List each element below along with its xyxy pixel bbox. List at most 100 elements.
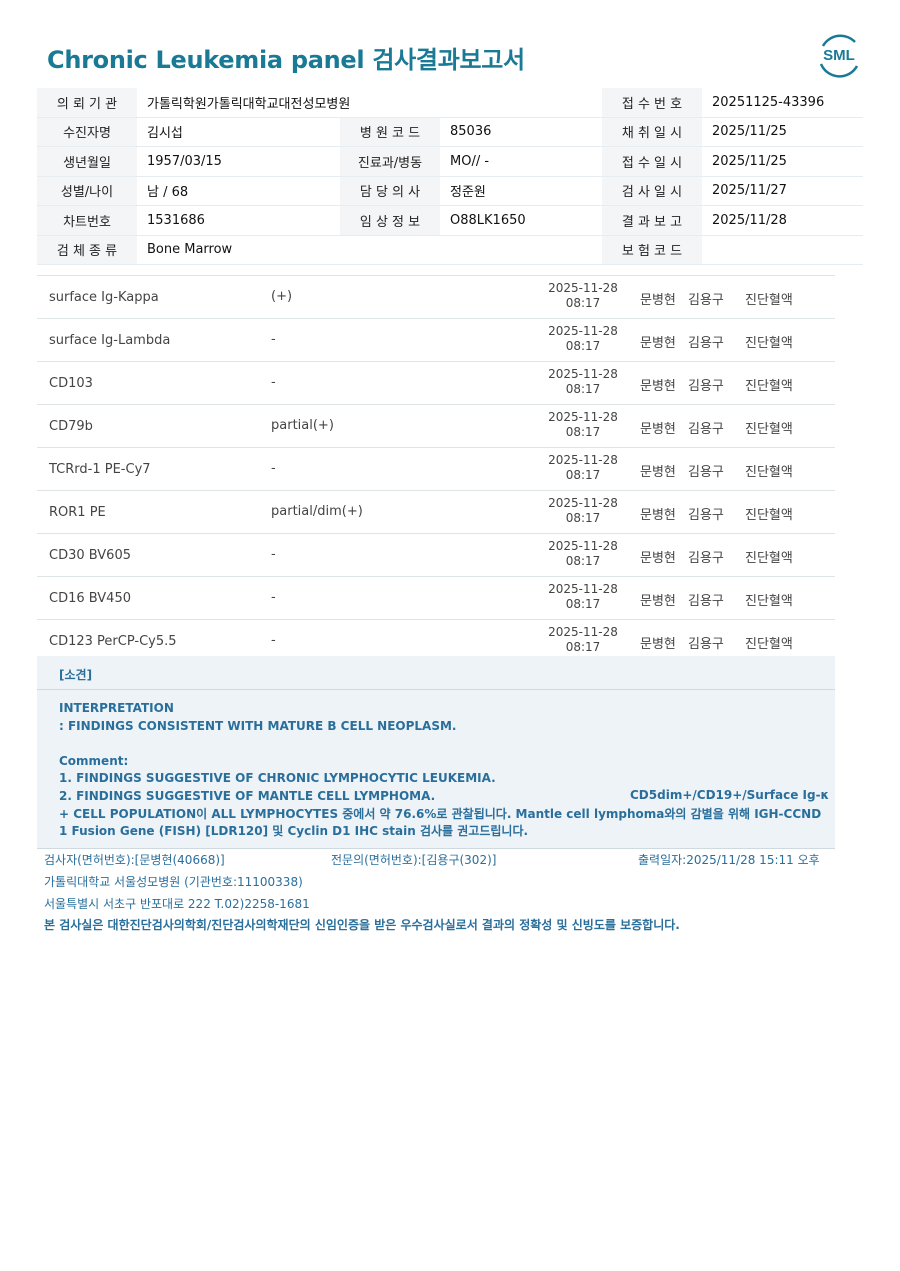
department: 진단혈액	[745, 465, 793, 480]
result-datetime: 2025-11-28 08:17	[537, 496, 629, 526]
result-date: 2025-11-28	[548, 281, 618, 295]
result-datetime: 2025-11-28 08:17	[537, 367, 629, 397]
sex-age-label: 성별/나이	[37, 176, 137, 205]
patient-value: 김시섭	[147, 126, 183, 142]
technician: 문병현	[640, 379, 676, 394]
result-time: 08:17	[565, 296, 601, 310]
result-date: 2025-11-28	[548, 453, 618, 467]
result-datetime: 2025-11-28 08:17	[537, 582, 629, 612]
test-result: (+)	[271, 289, 293, 304]
technician: 문병현	[640, 551, 676, 566]
findings-body: INTERPRETATION : FINDINGS CONSISTENT WIT…	[59, 700, 821, 841]
test-name: CD30 BV605	[49, 548, 131, 563]
findings-line: INTERPRETATION	[59, 701, 174, 715]
technician: 문병현	[640, 508, 676, 523]
result-time: 08:17	[565, 425, 601, 439]
hospital-code-label: 병 원 코 드	[340, 117, 440, 146]
test-name: CD103	[49, 376, 93, 391]
reviewing-doctor: 김용구	[688, 293, 724, 308]
receipt-no-value: 20251125-43396	[712, 94, 825, 110]
result-time: 08:17	[565, 511, 601, 525]
sml-logo: SML	[819, 34, 859, 78]
department: 진단혈액	[745, 379, 793, 394]
clinical-value: O88LK1650	[450, 212, 526, 228]
table-row: surface Ig-Lambda - 2025-11-28 08:17 문병현 …	[37, 319, 835, 362]
info-row-4: 성별/나이 남 / 68 담 당 의 사 정준원 검 사 일 시 2025/11…	[37, 176, 863, 206]
reviewing-doctor: 김용구	[688, 379, 724, 394]
result-date: 2025-11-28	[548, 582, 618, 596]
sex-age-value: 남 / 68	[147, 185, 189, 201]
test-name: TCRrd-1 PE-Cy7	[49, 462, 151, 477]
institution-value: 가톨릭학원가톨릭대학교대전성모병원	[147, 96, 351, 112]
table-row: CD30 BV605 - 2025-11-28 08:17 문병현 김용구 진단혈…	[37, 534, 835, 577]
result-date: 2025-11-28	[548, 367, 618, 381]
table-row: TCRrd-1 PE-Cy7 - 2025-11-28 08:17 문병현 김용구…	[37, 448, 835, 491]
department: 진단혈액	[745, 637, 793, 652]
info-row-1: 의 뢰 기 관 가톨릭학원가톨릭대학교대전성모병원 접 수 번 호 202511…	[37, 88, 863, 118]
department: 진단혈액	[745, 594, 793, 609]
specialist-info: 전문의(면허번호):[김용구(302)]	[331, 853, 497, 867]
dept-label: 진료과/병동	[340, 147, 440, 176]
result-time: 08:17	[565, 554, 601, 568]
chart-label: 차트번호	[37, 206, 137, 235]
logo-arc-top	[821, 34, 856, 47]
technician: 문병현	[640, 336, 676, 351]
results-table: surface Ig-Kappa (+) 2025-11-28 08:17 문병현…	[37, 275, 835, 663]
info-row-5: 차트번호 1531686 임 상 정 보 O88LK1650 결 과 보 고 2…	[37, 206, 863, 236]
hospital-code-value: 85036	[450, 124, 492, 140]
result-time: 08:17	[565, 382, 601, 396]
department: 진단혈액	[745, 336, 793, 351]
test-name: surface Ig-Kappa	[49, 290, 159, 305]
test-result: -	[271, 332, 276, 347]
findings-line: 1. FINDINGS SUGGESTIVE OF CHRONIC LYMPHO…	[59, 771, 496, 786]
address-info: 서울특별시 서초구 반포대로 222 T.02)2258-1681	[44, 897, 310, 911]
report-title: Chronic Leukemia panel 검사결과보고서	[47, 46, 525, 74]
test-name: CD79b	[49, 419, 93, 434]
department: 진단혈액	[745, 293, 793, 308]
test-date-value: 2025/11/27	[712, 183, 787, 199]
dept-value: MO// -	[450, 153, 490, 169]
findings-immunophenotype: CD5dim+/CD19+/Surface Ig-κ	[630, 788, 830, 802]
reviewing-doctor: 김용구	[688, 336, 724, 351]
result-date: 2025-11-28	[548, 496, 618, 510]
specimen-label: 검 체 종 류	[37, 235, 137, 264]
doctor-value: 정준원	[450, 185, 486, 201]
department: 진단혈액	[745, 551, 793, 566]
reviewing-doctor: 김용구	[688, 551, 724, 566]
result-date: 2025-11-28	[548, 625, 618, 639]
info-row-6: 검 체 종 류 Bone Marrow 보 험 코 드	[37, 235, 863, 265]
report-date-value: 2025/11/28	[712, 212, 787, 228]
test-name: CD123 PerCP-Cy5.5	[49, 634, 177, 649]
receive-date-value: 2025/11/25	[712, 153, 787, 169]
findings-line: Comment:	[59, 753, 129, 768]
reviewing-doctor: 김용구	[688, 637, 724, 652]
dob-value: 1957/03/15	[147, 153, 222, 169]
collect-date-value: 2025/11/25	[712, 124, 787, 140]
result-datetime: 2025-11-28 08:17	[537, 625, 629, 655]
reviewing-doctor: 김용구	[688, 594, 724, 609]
result-time: 08:17	[565, 640, 601, 654]
result-datetime: 2025-11-28 08:17	[537, 453, 629, 483]
result-datetime: 2025-11-28 08:17	[537, 324, 629, 354]
collect-date-label: 채 취 일 시	[602, 117, 702, 146]
institution-label: 의 뢰 기 관	[37, 88, 137, 117]
dob-label: 생년월일	[37, 147, 137, 176]
result-time: 08:17	[565, 339, 601, 353]
result-date: 2025-11-28	[548, 410, 618, 424]
technician: 문병현	[640, 422, 676, 437]
test-result: -	[271, 633, 276, 648]
receipt-no-label: 접 수 번 호	[602, 88, 702, 117]
logo-arc-bottom	[819, 63, 859, 78]
specimen-value: Bone Marrow	[147, 242, 233, 258]
print-date: 출력일자:2025/11/28 15:11 오후	[638, 853, 820, 867]
findings-line: : FINDINGS CONSISTENT WITH MATURE B CELL…	[59, 718, 457, 733]
findings-section: [소견] INTERPRETATION : FINDINGS CONSISTEN…	[37, 656, 835, 849]
findings-divider	[37, 689, 835, 690]
info-row-3: 생년월일 1957/03/15 진료과/병동 MO// - 접 수 일 시 20…	[37, 147, 863, 177]
result-date: 2025-11-28	[548, 539, 618, 553]
reviewing-doctor: 김용구	[688, 422, 724, 437]
reviewing-doctor: 김용구	[688, 465, 724, 480]
result-datetime: 2025-11-28 08:17	[537, 539, 629, 569]
test-result: partial/dim(+)	[271, 504, 363, 519]
test-result: -	[271, 590, 276, 605]
